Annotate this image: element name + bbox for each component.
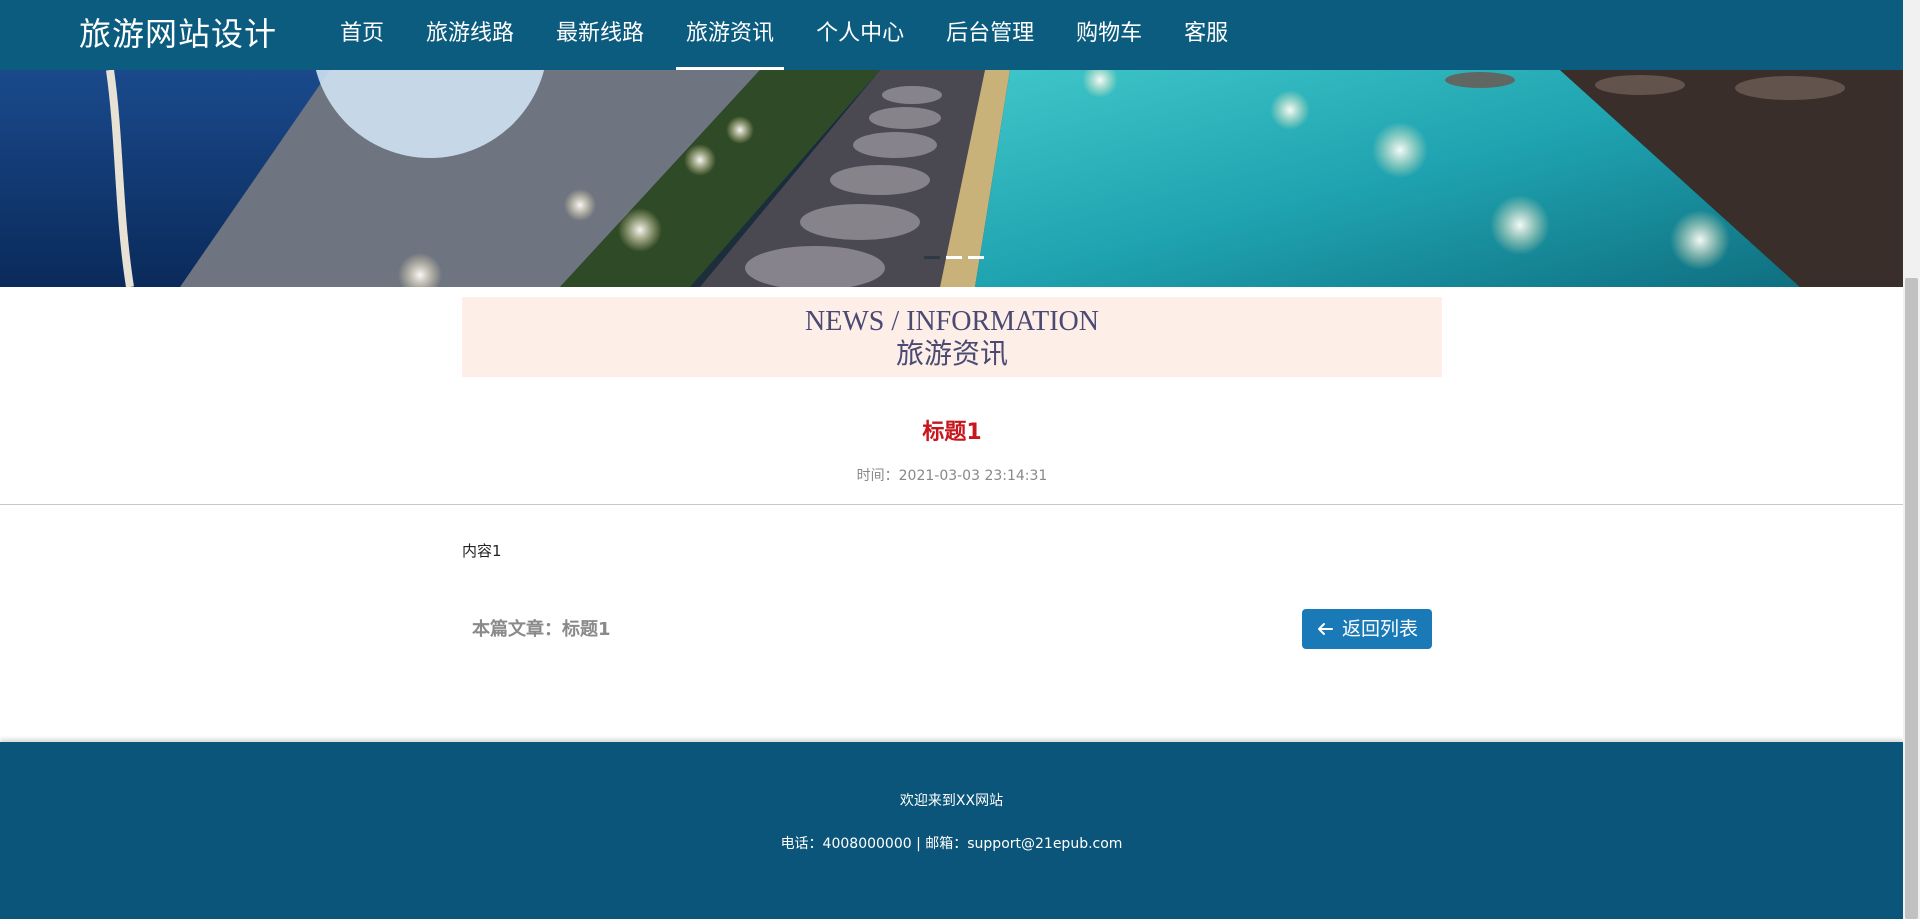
- current-article-label: 本篇文章：标题1: [472, 619, 611, 640]
- page: 旅游网站设计 首页 旅游线路 最新线路 旅游资讯 个人中心 后台管理 购物车 客…: [0, 0, 1920, 919]
- carousel-dot[interactable]: [968, 256, 984, 259]
- nav-item-customer-service[interactable]: 客服: [1174, 0, 1238, 70]
- back-to-list-button[interactable]: 返回列表: [1302, 609, 1432, 649]
- article-title: 标题1: [922, 420, 982, 445]
- section-title-en: NEWS / INFORMATION: [805, 306, 1099, 337]
- section-heading: NEWS / INFORMATION 旅游资讯: [462, 297, 1442, 377]
- nav-item-routes[interactable]: 旅游线路: [416, 0, 524, 70]
- arrow-left-icon: [1317, 623, 1333, 635]
- nav-item-admin[interactable]: 后台管理: [936, 0, 1044, 70]
- nav-item-travel-news[interactable]: 旅游资讯: [676, 0, 785, 70]
- carousel-dot[interactable]: [924, 256, 940, 259]
- divider: [0, 504, 1903, 505]
- carousel-dot-active[interactable]: [946, 256, 962, 259]
- site-logo-text[interactable]: 旅游网站设计: [79, 12, 277, 56]
- article-content: 内容1: [462, 542, 502, 560]
- article-timestamp: 时间：2021-03-03 23:14:31: [856, 468, 1048, 484]
- page-scrollbar[interactable]: [1903, 0, 1920, 919]
- nav-item-home[interactable]: 首页: [330, 0, 394, 70]
- nav-item-cart[interactable]: 购物车: [1066, 0, 1152, 70]
- nav-item-latest-routes[interactable]: 最新线路: [546, 0, 654, 70]
- scrollbar-thumb[interactable]: [1905, 278, 1918, 919]
- carousel-dots: [924, 256, 984, 259]
- top-nav-bar: 旅游网站设计 首页 旅游线路 最新线路 旅游资讯 个人中心 后台管理 购物车 客…: [0, 0, 1903, 70]
- footer-welcome: 欢迎来到XX网站: [899, 793, 1004, 809]
- section-title-cn: 旅游资讯: [895, 339, 1008, 370]
- nav-item-user-center[interactable]: 个人中心: [806, 0, 914, 70]
- main-nav: 首页 旅游线路 最新线路 旅游资讯 个人中心 后台管理 购物车 客服: [330, 0, 1260, 70]
- back-to-list-label: 返回列表: [1341, 618, 1418, 640]
- footer: 欢迎来到XX网站 电话：4008000000 | 邮箱：support@21ep…: [0, 742, 1903, 919]
- footer-contact: 电话：4008000000 | 邮箱：support@21epub.com: [780, 836, 1123, 852]
